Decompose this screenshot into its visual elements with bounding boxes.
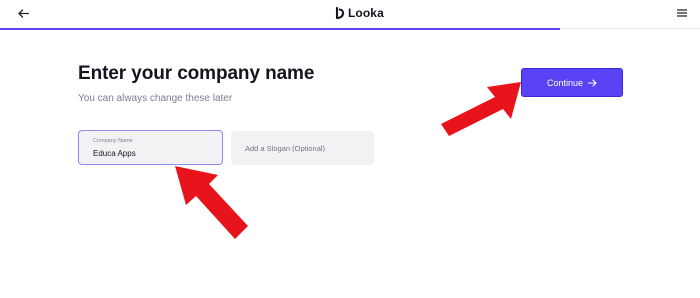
menu-button[interactable] bbox=[673, 5, 691, 21]
continue-button[interactable]: Continue bbox=[521, 68, 623, 97]
annotation-arrow-continue bbox=[441, 82, 521, 136]
annotation-arrow-company-name bbox=[175, 166, 248, 239]
page-title: Enter your company name bbox=[78, 63, 315, 84]
continue-label: Continue bbox=[546, 77, 584, 88]
arrow-right-icon bbox=[588, 78, 597, 87]
company-name-value: Educa Apps bbox=[93, 149, 136, 158]
brand: Looka bbox=[334, 5, 384, 21]
hamburger-menu-icon bbox=[677, 9, 687, 17]
slogan-placeholder: Add a Slogan (Optional) bbox=[245, 144, 326, 153]
back-button[interactable] bbox=[13, 4, 33, 22]
page-subtitle: You can always change these later bbox=[78, 93, 233, 104]
brand-name: Looka bbox=[348, 6, 384, 20]
top-bar: Looka bbox=[0, 0, 700, 29]
company-name-label: Company Name bbox=[93, 138, 133, 144]
progress-bar bbox=[0, 28, 560, 30]
looka-logo-icon bbox=[335, 7, 345, 19]
back-arrow-icon bbox=[17, 8, 29, 18]
